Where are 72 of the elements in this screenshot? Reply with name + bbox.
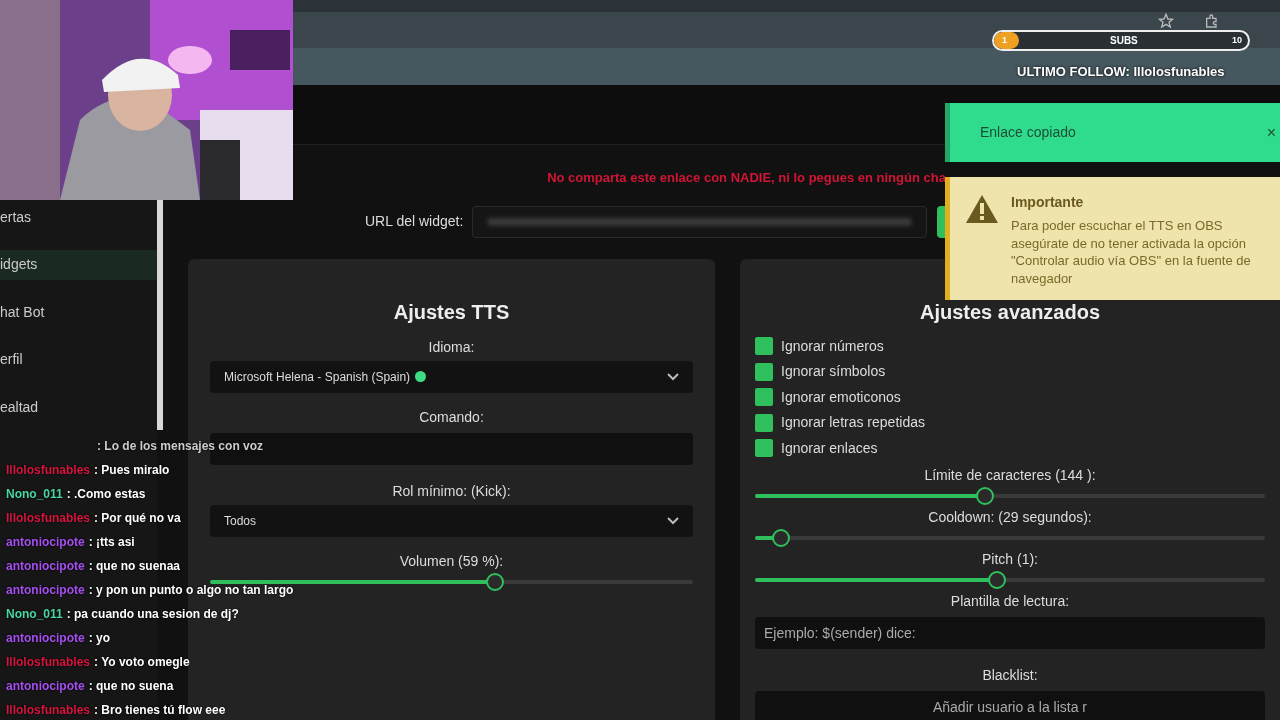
field-label: Volumen (59 %): (398, 551, 505, 571)
field-label: Pitch (1): (981, 550, 1039, 569)
field-label: Límite de caracteres (144 ): (923, 466, 1097, 485)
sidebar-item[interactable]: ealtad (0, 392, 157, 422)
chat-message: : yo (88, 630, 110, 647)
chat-username: antoniocipote (6, 582, 85, 599)
subs-goal: 10 (1232, 33, 1242, 47)
chat-message: : Pues miralo (94, 462, 170, 479)
puzzle-icon[interactable] (1204, 13, 1220, 29)
chat-message: : .Como estas (66, 486, 146, 503)
subs-label: SUBS (1110, 34, 1138, 48)
chevron-down-icon (667, 516, 679, 525)
chat-message: : ¡tts asi (88, 534, 135, 551)
slider[interactable] (755, 571, 1265, 589)
checkbox-label: Ignorar enlaces (781, 438, 878, 458)
checkbox[interactable] (755, 439, 773, 458)
field-label: Idioma: (427, 337, 476, 357)
subs-current: 1 (1002, 33, 1007, 47)
chat-username: Illolosfunables (6, 510, 90, 527)
warning-text: No comparta este enlace con NADIE, ni lo pegues en ningún cha (547, 169, 946, 187)
checkbox-label: Ignorar símbolos (781, 362, 886, 382)
chat-message: : pa cuando una sesion de dj? (66, 606, 239, 623)
checkbox[interactable] (755, 413, 773, 432)
chat-username: antoniocipote (6, 630, 85, 647)
chat-message: : Lo de los mensajes con voz (97, 438, 264, 455)
warning-icon (965, 194, 999, 224)
chat-username: Illolosfunables (6, 702, 90, 719)
sidebar-item[interactable]: idgets (0, 249, 157, 280)
url-field[interactable] (472, 205, 928, 238)
field-label: Plantilla de lectura: (949, 592, 1071, 611)
checkbox-label: Ignorar números (781, 336, 884, 356)
card-title: Ajustes avanzados (918, 299, 1102, 325)
field-label: Rol mínimo: (Kick): (391, 481, 512, 501)
sidebar-item[interactable]: hat Bot (0, 297, 157, 327)
chat-message: : que no suenaa (88, 558, 181, 575)
chat-message: : y pon un punto o algo no tan largo (88, 582, 294, 599)
select-field[interactable]: Todos (210, 504, 693, 537)
checkbox[interactable] (755, 337, 773, 356)
chat-message: : Bro tienes tú flow eee (94, 702, 226, 719)
chat-username: antoniocipote (6, 558, 85, 575)
input-field[interactable]: Añadir usuario a la lista r (755, 691, 1265, 720)
chat-message: : Por qué no va (94, 510, 181, 527)
url-label: URL del widget: (365, 212, 464, 231)
sidebar-item[interactable]: erfil (0, 344, 157, 375)
chat-username: Illolosfunables (6, 462, 90, 479)
sidebar-item[interactable]: ertas (0, 202, 157, 232)
close-button[interactable]: × (1266, 120, 1276, 145)
last-follow-text: ULTIMO FOLLOW: Illolosfunables (1017, 63, 1225, 81)
card-title: Ajustes TTS (392, 299, 511, 325)
chat-username: Nono_011 (6, 606, 63, 623)
slider[interactable] (755, 529, 1265, 547)
input-field[interactable]: Ejemplo: $(sender) dice: (755, 617, 1265, 649)
select-field[interactable]: Microsoft Helena - Spanish (Spain) (210, 360, 693, 393)
star-icon[interactable] (1158, 13, 1174, 29)
checkbox-label: Ignorar letras repetidas (781, 413, 925, 433)
checkbox[interactable] (755, 362, 773, 381)
slider[interactable] (755, 487, 1265, 505)
chat-username: Illolosfunables (6, 654, 90, 671)
checkbox-label: Ignorar emoticonos (781, 387, 901, 407)
toast-title: Importante (1011, 193, 1085, 212)
chat-username: Nono_011 (6, 486, 63, 503)
checkbox[interactable] (755, 388, 773, 407)
chat-message: : que no suena (88, 678, 174, 695)
field-label: Blacklist: (981, 666, 1039, 685)
field-label: Comando: (418, 407, 485, 427)
chat-message: : Yo voto omegle (94, 654, 190, 671)
chat-username: antoniocipote (6, 678, 85, 695)
toast-text: Enlace copiado (980, 123, 1076, 142)
chevron-down-icon (667, 372, 679, 381)
chat-username: antoniocipote (6, 534, 85, 551)
toast-text: Para poder escuchar el TTS en OBS asegúrate de no tener activada la opción "Controlar audio vía OBS" en la fuente de navegador (1011, 217, 1252, 287)
field-label: Cooldown: (29 segundos): (927, 508, 1093, 527)
